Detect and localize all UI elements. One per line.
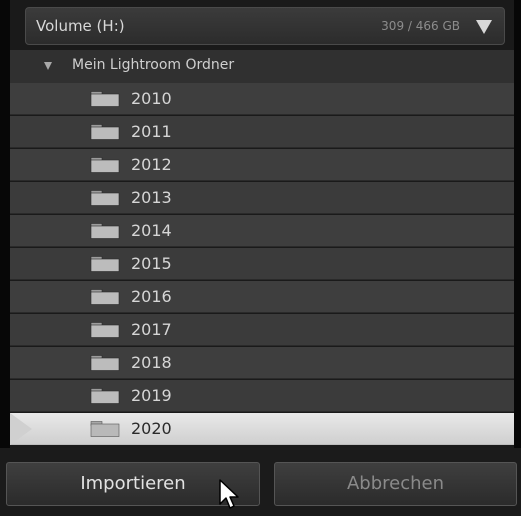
folder-row-2011[interactable]: 2011 <box>10 116 514 148</box>
folder-icon <box>90 355 120 371</box>
folder-row-2013[interactable]: 2013 <box>10 182 514 214</box>
folder-icon <box>90 256 120 272</box>
folder-label: 2019 <box>131 386 172 405</box>
folder-label: 2014 <box>131 221 172 240</box>
folder-icon <box>90 157 120 173</box>
root-folder-row[interactable]: Mein Lightroom Ordner <box>10 50 514 83</box>
folder-label: 2010 <box>131 89 172 108</box>
volume-name: Volume (H:) <box>36 17 125 35</box>
folder-row-2014[interactable]: 2014 <box>10 215 514 247</box>
root-folder-label: Mein Lightroom Ordner <box>72 57 235 73</box>
folder-icon <box>90 421 120 437</box>
dropdown-arrow-icon[interactable] <box>476 20 492 34</box>
folder-row-2017[interactable]: 2017 <box>10 314 514 346</box>
folder-label: 2011 <box>131 122 172 141</box>
cancel-button[interactable]: Abbrechen <box>274 462 517 506</box>
mouse-cursor-icon <box>219 479 239 509</box>
volume-capacity: 309 / 466 GB <box>381 19 460 33</box>
folder-row-2015[interactable]: 2015 <box>10 248 514 280</box>
folder-row-2016[interactable]: 2016 <box>10 281 514 313</box>
volume-header[interactable]: Volume (H:) 309 / 466 GB <box>25 7 505 45</box>
folder-label: 2012 <box>131 155 172 174</box>
folder-label: 2017 <box>131 320 172 339</box>
folder-label: 2015 <box>131 254 172 273</box>
selection-pointer-icon <box>10 413 32 445</box>
folder-row-2020[interactable]: 2020 <box>10 413 514 445</box>
disclosure-triangle-icon[interactable] <box>44 62 52 70</box>
folder-label: 2018 <box>131 353 172 372</box>
import-folder-panel: Volume (H:) 309 / 466 GB Mein Lightroom … <box>0 0 521 516</box>
folder-row-2018[interactable]: 2018 <box>10 347 514 379</box>
folder-icon <box>90 190 120 206</box>
folder-icon <box>90 322 120 338</box>
folder-icon <box>90 388 120 404</box>
folder-icon <box>90 289 120 305</box>
folder-label: 2013 <box>131 188 172 207</box>
panel-left-edge <box>0 0 10 448</box>
folder-label: 2016 <box>131 287 172 306</box>
folder-row-2019[interactable]: 2019 <box>10 380 514 412</box>
folder-row-2012[interactable]: 2012 <box>10 149 514 181</box>
panel-right-edge <box>514 0 521 448</box>
folder-icon <box>90 223 120 239</box>
folder-label: 2020 <box>131 419 172 438</box>
dialog-footer: Importieren Abbrechen <box>0 448 521 516</box>
folder-row-2010[interactable]: 2010 <box>10 83 514 115</box>
folder-tree: Mein Lightroom Ordner 2010 2011 2012 2013 20… <box>10 50 514 448</box>
folder-icon <box>90 124 120 140</box>
folder-icon <box>90 91 120 107</box>
